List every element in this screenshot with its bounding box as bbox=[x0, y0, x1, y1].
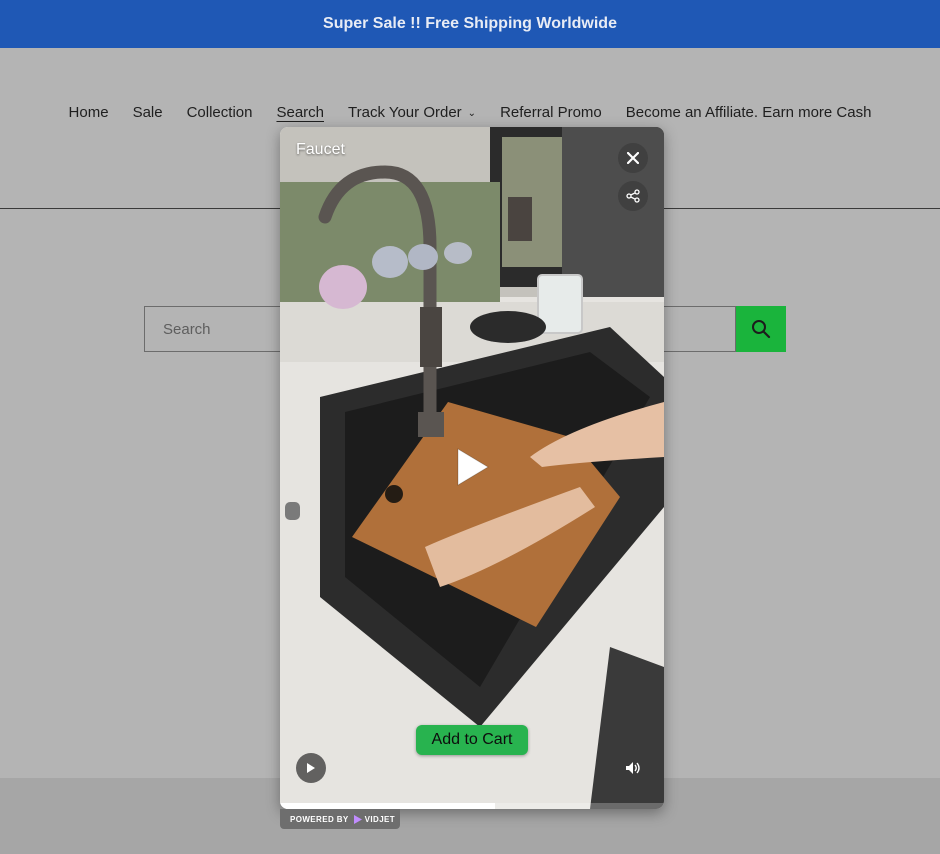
powered-by-badge[interactable]: POWERED BY VIDJET bbox=[280, 809, 400, 829]
volume-icon bbox=[626, 762, 640, 774]
close-button[interactable] bbox=[618, 143, 648, 173]
search-icon bbox=[752, 320, 771, 339]
nav-item-track-order-label: Track Your Order bbox=[348, 104, 462, 121]
nav-item-affiliate[interactable]: Become an Affiliate. Earn more Cash bbox=[626, 104, 872, 121]
video-title: Faucet bbox=[296, 141, 345, 158]
chevron-down-icon: ⌄ bbox=[467, 108, 477, 119]
mini-play-button[interactable] bbox=[296, 753, 326, 783]
nav-item-track-order[interactable]: Track Your Order ⌄ bbox=[348, 104, 476, 121]
play-button[interactable] bbox=[452, 445, 492, 494]
add-to-cart-button[interactable]: Add to Cart bbox=[416, 725, 528, 755]
nav-item-sale[interactable]: Sale bbox=[133, 104, 163, 121]
nav-item-referral-promo[interactable]: Referral Promo bbox=[500, 104, 602, 121]
powered-by-label: POWERED BY bbox=[290, 814, 349, 824]
volume-button[interactable] bbox=[618, 753, 648, 783]
search-button[interactable] bbox=[736, 306, 786, 352]
announcement-text: Super Sale !! Free Shipping Worldwide bbox=[323, 15, 617, 32]
play-icon bbox=[307, 763, 315, 773]
nav-item-search[interactable]: Search bbox=[276, 104, 324, 121]
share-button[interactable] bbox=[618, 181, 648, 211]
close-icon bbox=[627, 152, 639, 164]
nav-item-collection[interactable]: Collection bbox=[187, 104, 253, 121]
vidjet-logo-icon bbox=[353, 814, 362, 824]
nav-item-home[interactable]: Home bbox=[69, 104, 109, 121]
powered-by-brand: VIDJET bbox=[364, 814, 396, 824]
share-icon bbox=[626, 189, 640, 203]
main-nav: Home Sale Collection Search Track Your O… bbox=[0, 104, 940, 121]
video-popup: Faucet Add to Cart bbox=[280, 127, 664, 809]
announcement-bar: Super Sale !! Free Shipping Worldwide bbox=[0, 0, 940, 48]
play-icon bbox=[457, 448, 489, 486]
